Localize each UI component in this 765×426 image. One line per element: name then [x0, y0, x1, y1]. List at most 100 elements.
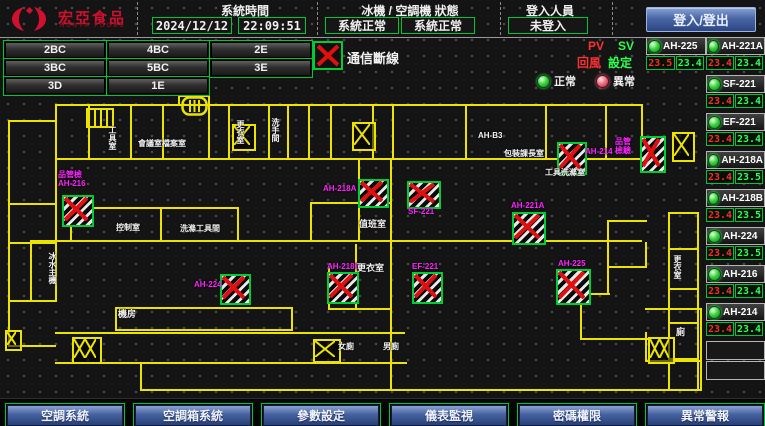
- floor-button-3e[interactable]: 3E: [209, 58, 313, 78]
- room-label: 洗滌工具間: [180, 224, 220, 233]
- nav-alarm[interactable]: 異常警報: [645, 403, 765, 426]
- pv-header: PV: [588, 39, 604, 53]
- ahu-alarm-icon[interactable]: [640, 136, 666, 173]
- unit-pv-value: 23.4: [706, 284, 734, 298]
- unit-pv-sv-values: 23.423.4: [706, 284, 763, 298]
- wall-segment: [700, 308, 702, 391]
- unit-status-row[interactable]: AH-218B: [706, 189, 765, 207]
- login-logout-button[interactable]: 登入/登出: [646, 7, 756, 32]
- setpoint-label: 設定: [608, 54, 632, 71]
- wall-segment: [607, 220, 609, 268]
- wall-segment: [328, 308, 392, 310]
- wall-segment: [465, 104, 467, 160]
- wall-segment: [392, 104, 394, 160]
- wall-segment: [115, 329, 293, 331]
- wall-segment: [30, 240, 642, 242]
- unit-pv-value: 23.5: [646, 56, 675, 70]
- room-label: 廁: [676, 328, 685, 337]
- wall-segment: [308, 104, 310, 160]
- comm-loss-label: 通信斷線: [347, 48, 399, 67]
- nav-ahu-system[interactable]: 空調箱系統: [133, 403, 253, 426]
- unit-status-row[interactable]: AH-221A: [706, 37, 765, 55]
- floor-button-3d[interactable]: 3D: [3, 76, 107, 96]
- wall-segment: [580, 338, 648, 340]
- logo-subtitle: HUNYA FOODS: [60, 23, 126, 29]
- hmi-screen: 品管檢 AH-216AH-224AH-218ASF-221AH-218BEF-2…: [0, 0, 765, 426]
- unit-led-icon: [708, 154, 719, 167]
- unit-sv-value: 23.5: [735, 170, 763, 184]
- unit-status-row[interactable]: AH-214: [706, 303, 765, 321]
- room-label: 控制室: [116, 223, 140, 232]
- unit-led-icon: [708, 192, 719, 205]
- wall-segment: [310, 202, 312, 240]
- ahu-alarm-icon[interactable]: [512, 212, 546, 245]
- unit-pv-value: 23.4: [706, 322, 734, 336]
- nav-parameters[interactable]: 參數設定: [261, 403, 381, 426]
- ahu-alarm-icon[interactable]: [556, 269, 591, 305]
- ahu-alarm-icon[interactable]: [358, 179, 389, 208]
- nav-ac-system[interactable]: 空調系統: [5, 403, 125, 426]
- floor-plan: 品管檢 AH-216AH-224AH-218ASF-221AH-218BEF-2…: [0, 92, 765, 398]
- floor-button-4bc[interactable]: 4BC: [106, 40, 210, 60]
- unit-pv-sv-values: 23.423.5: [706, 246, 763, 260]
- room-label: 更衣室: [357, 264, 384, 273]
- unit-status-row[interactable]: AH-218A: [706, 151, 765, 169]
- room-label: 工具室: [108, 126, 117, 150]
- floor-button-1e[interactable]: 1E: [106, 76, 210, 96]
- wall-segment: [645, 242, 647, 268]
- wall-segment: [668, 322, 698, 324]
- floor-button-5bc[interactable]: 5BC: [106, 58, 210, 78]
- unit-status-row[interactable]: AH-225: [646, 37, 706, 55]
- wall-segment: [668, 288, 698, 290]
- wall-segment: [668, 248, 698, 250]
- normal-led-icon: [537, 75, 550, 88]
- wall-segment: [545, 104, 547, 160]
- ahu-alarm-icon[interactable]: [62, 195, 94, 227]
- nav-meters[interactable]: 儀表監視: [389, 403, 509, 426]
- ahu-map-label: AH-214: [585, 147, 613, 156]
- stairwell-icon: [352, 122, 376, 151]
- ahu-alarm-icon[interactable]: [407, 181, 441, 209]
- floor-button-2e[interactable]: 2E: [209, 40, 313, 60]
- ahu-map-label: AH-218B: [327, 262, 360, 271]
- system-time-value: 22:09:51: [238, 17, 306, 34]
- unit-sv-value: 23.4: [735, 322, 763, 336]
- unit-sv-value: 23.5: [735, 246, 763, 260]
- wall-segment: [115, 307, 117, 331]
- wall-segment: [268, 104, 270, 160]
- ahu-alarm-icon[interactable]: [412, 272, 443, 304]
- stairwell-icon: [72, 337, 102, 364]
- unit-status-row[interactable]: AH-216: [706, 265, 765, 283]
- wall-segment: [208, 104, 210, 160]
- system-date-value: 2024/12/12: [152, 17, 232, 34]
- unit-status-row[interactable]: EF-221: [706, 113, 765, 131]
- hunya-logo-icon: [8, 3, 54, 35]
- legend-normal: 正常: [537, 73, 576, 89]
- header-divider: [317, 2, 318, 35]
- unit-led-icon: [708, 306, 721, 319]
- ac-status-value: 系統正常: [401, 17, 475, 34]
- ahu-alarm-icon[interactable]: [327, 272, 359, 304]
- stairwell-icon: [648, 337, 675, 364]
- wall-segment: [390, 160, 392, 390]
- stairwell-icon: [5, 330, 22, 351]
- unit-led-icon: [648, 40, 661, 53]
- nav-password[interactable]: 密碼權限: [517, 403, 637, 426]
- wall-segment: [668, 212, 698, 214]
- unit-status-row[interactable]: SF-221: [706, 75, 765, 93]
- floor-button-3bc[interactable]: 3BC: [3, 58, 107, 78]
- legend-abnormal: 異常: [596, 73, 635, 89]
- wall-segment: [88, 104, 90, 160]
- wall-segment: [645, 332, 647, 362]
- unit-pv-value: 23.4: [706, 170, 734, 184]
- unit-led-icon: [708, 230, 721, 243]
- room-label: 更衣室: [236, 120, 245, 144]
- room-label: 工具洗滌室: [545, 168, 585, 177]
- floor-button-2bc[interactable]: 2BC: [3, 40, 107, 60]
- wall-segment: [55, 158, 642, 160]
- unit-status-row[interactable]: AH-224: [706, 227, 765, 245]
- ahu-alarm-icon[interactable]: [220, 274, 251, 305]
- header-divider: [612, 2, 613, 35]
- room-label: 包裝課長室: [504, 149, 544, 158]
- room-label: 冰水主機: [48, 252, 57, 284]
